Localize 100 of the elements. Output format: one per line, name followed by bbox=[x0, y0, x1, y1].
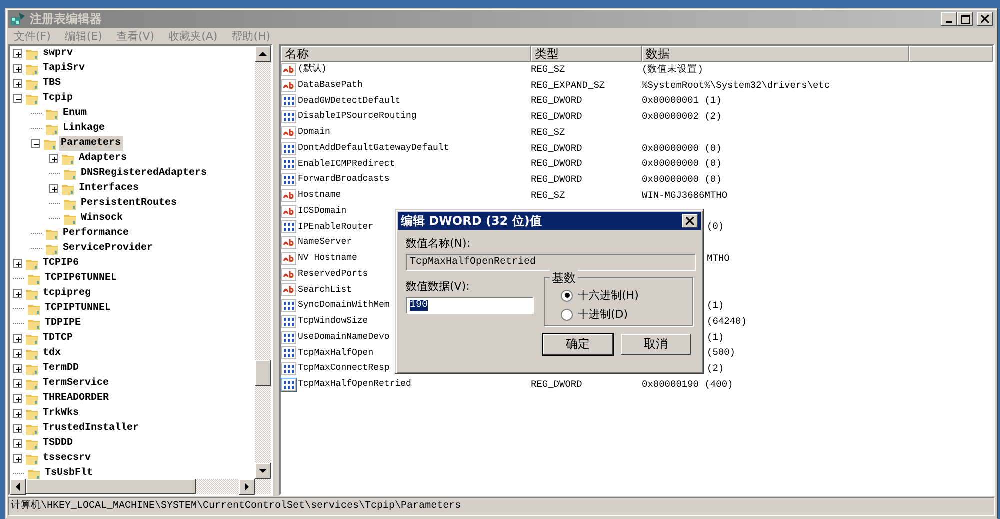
tree-item[interactable]: tdx bbox=[41, 346, 64, 361]
value-data-field[interactable]: 190 bbox=[406, 297, 534, 314]
expand-icon[interactable] bbox=[13, 49, 22, 58]
tree-item[interactable]: tssecsrv bbox=[41, 451, 94, 466]
radio-label[interactable]: 十进制(D) bbox=[578, 307, 628, 322]
tree-item[interactable]: Performance bbox=[61, 226, 132, 241]
value-name[interactable]: Hostname bbox=[298, 189, 342, 203]
collapse-icon[interactable] bbox=[31, 139, 40, 148]
value-name[interactable]: UseDomainNameDevo bbox=[298, 330, 390, 344]
field-label: 数值名称(N): bbox=[406, 236, 472, 251]
value-name[interactable]: ICSDomain bbox=[298, 204, 347, 218]
tree-item[interactable]: TSDDD bbox=[41, 436, 76, 451]
scroll-down-button[interactable] bbox=[255, 463, 271, 479]
column-header[interactable]: 名称 bbox=[281, 46, 531, 62]
scrollbar-thumb[interactable] bbox=[26, 479, 196, 494]
scroll-left-button[interactable] bbox=[10, 479, 26, 495]
value-name[interactable]: TcpMaxHalfOpenRetried bbox=[298, 378, 412, 392]
expand-icon[interactable] bbox=[13, 454, 22, 463]
tree-item[interactable]: tcpipreg bbox=[41, 286, 94, 301]
minimize-button[interactable] bbox=[941, 12, 957, 26]
column-header[interactable]: 数据 bbox=[642, 46, 909, 62]
tree-item[interactable]: Winsock bbox=[79, 211, 126, 226]
tree-item[interactable]: Tcpip bbox=[41, 91, 76, 106]
column-header[interactable]: 类型 bbox=[531, 46, 642, 62]
expand-icon[interactable] bbox=[13, 439, 22, 448]
tree-item[interactable]: TBS bbox=[41, 76, 64, 91]
expand-icon[interactable] bbox=[49, 184, 58, 193]
close-button[interactable] bbox=[682, 214, 698, 228]
horizontal-scrollbar[interactable] bbox=[10, 479, 271, 494]
expand-icon[interactable] bbox=[13, 334, 22, 343]
value-name[interactable]: DeadGWDetectDefault bbox=[298, 94, 401, 108]
tree-item[interactable]: THREADORDER bbox=[41, 391, 112, 406]
tree-item[interactable]: ServiceProvider bbox=[61, 241, 156, 256]
ok-button[interactable]: 确定 bbox=[543, 334, 613, 355]
radio-button[interactable] bbox=[561, 308, 573, 320]
value-name[interactable]: ForwardBroadcasts bbox=[298, 173, 390, 187]
maximize-button[interactable] bbox=[957, 12, 973, 26]
value-name[interactable]: (默认) bbox=[298, 63, 327, 77]
collapse-icon[interactable] bbox=[13, 94, 22, 103]
expand-icon[interactable] bbox=[13, 349, 22, 358]
tree-item[interactable]: TDTCP bbox=[41, 331, 76, 346]
cancel-button[interactable]: 取消 bbox=[621, 334, 691, 355]
value-data: 0x00000002 (2) bbox=[642, 111, 722, 122]
expand-icon[interactable] bbox=[13, 394, 22, 403]
tree-item[interactable]: TCPIP6TUNNEL bbox=[43, 271, 120, 286]
tree-item[interactable]: Parameters bbox=[59, 136, 124, 151]
tree-item[interactable]: TapiSrv bbox=[41, 61, 88, 76]
tree-item[interactable]: Adapters bbox=[77, 151, 130, 166]
radio-button[interactable] bbox=[561, 290, 573, 302]
tree-item[interactable]: swprv bbox=[41, 46, 76, 61]
value-type: REG_DWORD bbox=[531, 142, 582, 154]
tree-item[interactable]: TermDD bbox=[41, 361, 82, 376]
vertical-scrollbar[interactable] bbox=[255, 46, 271, 479]
tree-item[interactable]: TsUsbFlt bbox=[43, 466, 96, 479]
close-button[interactable] bbox=[977, 12, 993, 26]
scroll-right-button[interactable] bbox=[239, 479, 255, 495]
tree-item[interactable]: Interfaces bbox=[77, 181, 142, 196]
tree-item[interactable]: TrustedInstaller bbox=[41, 421, 142, 436]
radio-label[interactable]: 十六进制(H) bbox=[578, 288, 639, 303]
scroll-up-button[interactable] bbox=[255, 46, 271, 62]
value-data: (64240) bbox=[707, 316, 747, 327]
tree-item[interactable]: TermService bbox=[41, 376, 112, 391]
expand-icon[interactable] bbox=[13, 379, 22, 388]
tree-item[interactable]: TDPIPE bbox=[43, 316, 84, 331]
expand-icon[interactable] bbox=[13, 259, 22, 268]
value-name[interactable]: DontAddDefaultGatewayDefault bbox=[298, 142, 450, 156]
tree-item[interactable]: TrkWks bbox=[41, 406, 82, 421]
dialog-title: 编辑 DWORD (32 位)值 bbox=[401, 212, 542, 230]
value-name[interactable]: IPEnableRouter bbox=[298, 220, 374, 234]
expand-icon[interactable] bbox=[13, 289, 22, 298]
expand-icon[interactable] bbox=[13, 424, 22, 433]
value-type: REG_EXPAND_SZ bbox=[531, 80, 606, 90]
tree-item[interactable]: Linkage bbox=[61, 121, 108, 136]
value-name[interactable]: ReservedPorts bbox=[298, 268, 368, 282]
expand-icon[interactable] bbox=[13, 364, 22, 373]
tree-item[interactable]: TCPIPTUNNEL bbox=[43, 301, 114, 316]
expand-icon[interactable] bbox=[13, 79, 22, 88]
tree-item[interactable]: DNSRegisteredAdapters bbox=[79, 166, 210, 181]
column-header[interactable] bbox=[909, 46, 993, 62]
value-name[interactable]: Domain bbox=[298, 126, 330, 140]
value-name[interactable]: SearchList bbox=[298, 284, 352, 298]
expand-icon[interactable] bbox=[13, 64, 22, 73]
tree-item[interactable]: TCPIP6 bbox=[41, 256, 82, 271]
tree-item[interactable]: PersistentRoutes bbox=[79, 196, 180, 211]
value-name[interactable]: DisableIPSourceRouting bbox=[298, 110, 417, 124]
value-name[interactable]: TcpMaxConnectResp bbox=[298, 362, 390, 376]
expand-icon[interactable] bbox=[49, 154, 58, 163]
expand-icon[interactable] bbox=[13, 409, 22, 418]
value-name[interactable]: EnableICMPRedirect bbox=[298, 158, 396, 172]
value-data: 0x00000000 (0) bbox=[642, 142, 722, 154]
value-name[interactable]: DataBasePath bbox=[298, 78, 363, 92]
value-name[interactable]: NameServer bbox=[298, 236, 352, 250]
value-name[interactable]: NV Hostname bbox=[298, 252, 358, 266]
value-data: WIN-MGJ3686MTHO bbox=[642, 190, 728, 201]
value-name[interactable]: SyncDomainWithMem bbox=[298, 299, 390, 313]
value-data: (2) bbox=[707, 363, 724, 374]
value-name[interactable]: TcpWindowSize bbox=[298, 315, 368, 329]
value-name[interactable]: TcpMaxHalfOpen bbox=[298, 346, 374, 360]
scrollbar-thumb[interactable] bbox=[255, 360, 271, 386]
tree-item[interactable]: Enum bbox=[61, 106, 90, 121]
